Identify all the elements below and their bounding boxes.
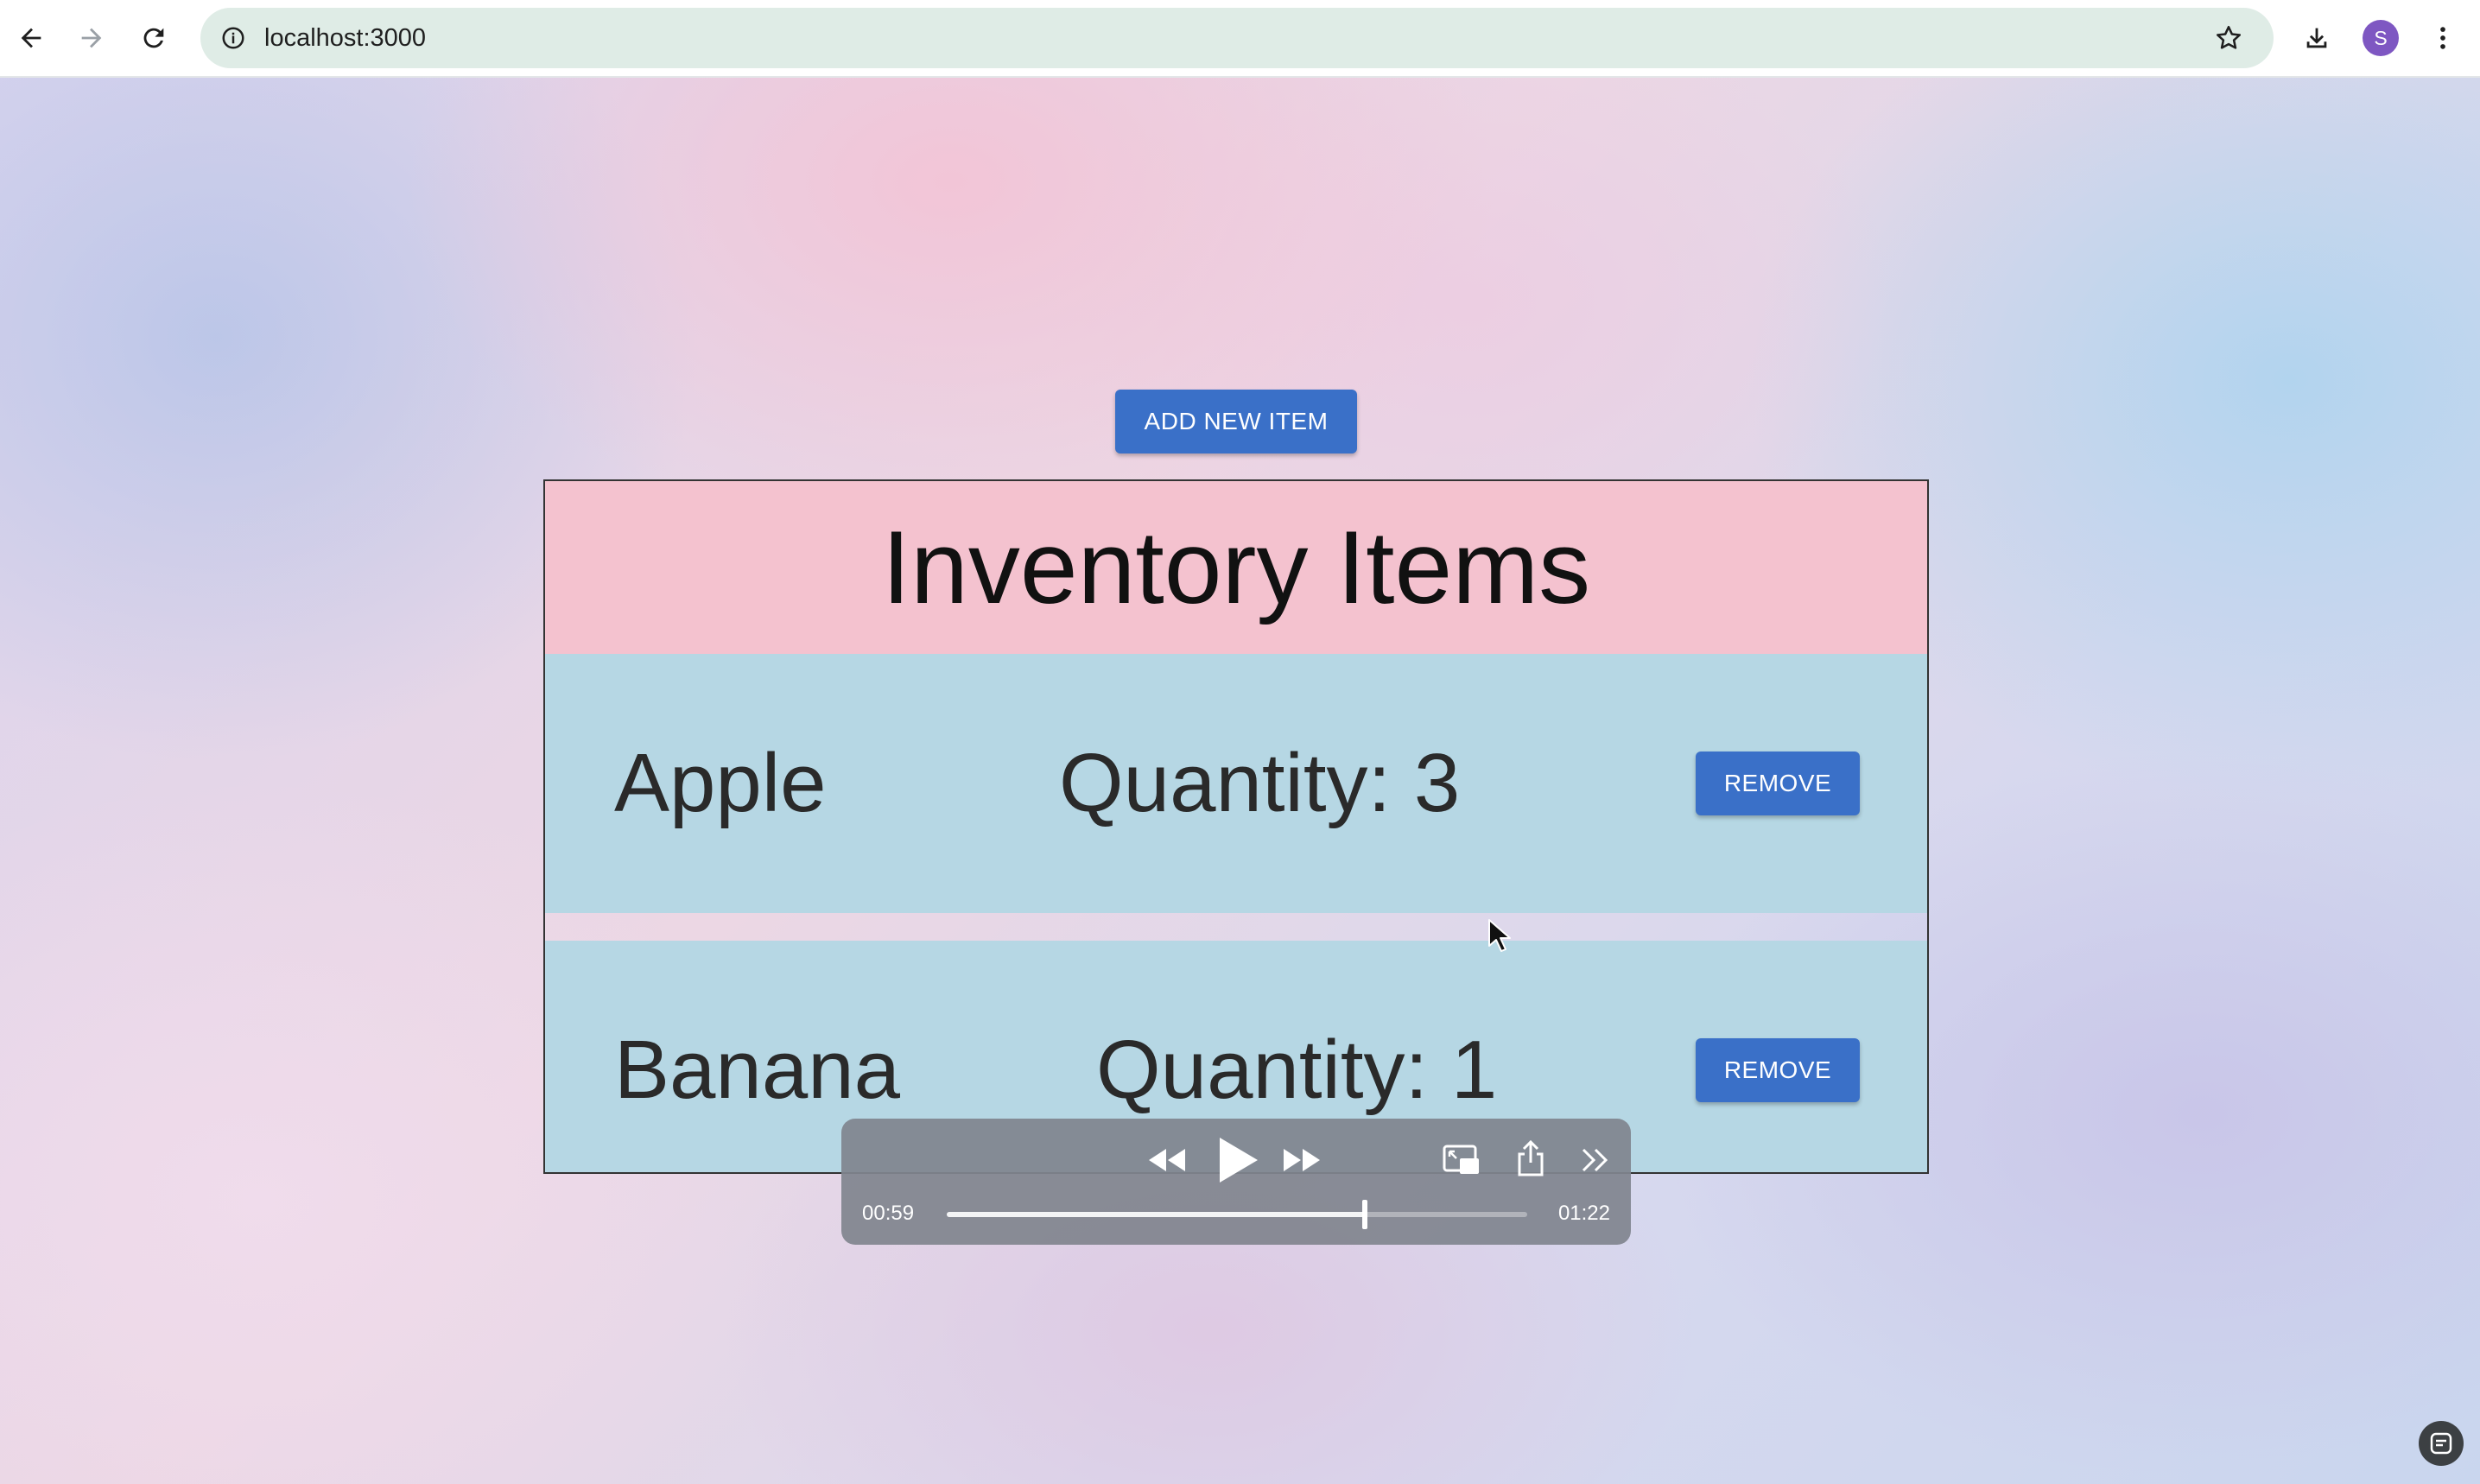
item-name: Apple — [614, 737, 827, 829]
mouse-cursor-icon — [1488, 919, 1511, 952]
share-icon — [1518, 1140, 1544, 1176]
item-quantity: Quantity: 3 — [1059, 737, 1461, 829]
page-viewport: ADD NEW ITEM Inventory Items Apple Quant… — [0, 78, 2480, 1484]
current-time: 00:59 — [862, 1202, 915, 1225]
picture-in-picture-button[interactable] — [1441, 1141, 1482, 1179]
site-info-button[interactable] — [212, 17, 254, 59]
scrubber-handle[interactable] — [1361, 1200, 1367, 1229]
double-chevron-right-icon — [1582, 1148, 1608, 1172]
share-button[interactable] — [1513, 1138, 1548, 1179]
fast-forward-icon — [1284, 1149, 1320, 1171]
rewind-button[interactable] — [1145, 1143, 1189, 1177]
playback-progress — [947, 1212, 1365, 1217]
rewind-icon — [1149, 1149, 1185, 1171]
downloads-button[interactable] — [2293, 14, 2341, 62]
lens-icon — [2430, 1432, 2452, 1455]
inventory-header: Inventory Items — [545, 481, 1927, 654]
picture-in-picture-icon — [1443, 1145, 1479, 1174]
more-controls-button[interactable] — [1577, 1143, 1612, 1177]
address-bar[interactable]: localhost:3000 — [200, 8, 2274, 68]
info-icon — [222, 27, 244, 49]
kebab-menu-icon — [2440, 27, 2445, 49]
reload-icon — [143, 28, 164, 48]
browser-menu-button[interactable] — [2419, 14, 2467, 62]
arrow-left-icon — [21, 28, 41, 48]
play-button[interactable] — [1211, 1132, 1263, 1188]
add-new-item-button[interactable]: ADD NEW ITEM — [1115, 390, 1357, 453]
inventory-panel: Inventory Items Apple Quantity: 3 REMOVE… — [543, 479, 1929, 1174]
browser-toolbar: localhost:3000 S — [0, 0, 2480, 78]
inventory-row: Apple Quantity: 3 REMOVE — [545, 654, 1927, 913]
back-button[interactable] — [7, 14, 55, 62]
reload-button[interactable] — [130, 14, 178, 62]
fast-forward-button[interactable] — [1280, 1143, 1323, 1177]
media-player-overlay: 00:59 01:22 — [841, 1119, 1631, 1245]
total-time: 01:22 — [1557, 1202, 1610, 1225]
arrow-right-icon — [81, 28, 102, 48]
playback-scrubber[interactable] — [947, 1200, 1527, 1229]
download-icon — [2306, 28, 2327, 48]
page-title: Inventory Items — [881, 510, 1591, 625]
google-lens-button[interactable] — [2419, 1421, 2464, 1466]
star-icon — [2216, 25, 2242, 49]
play-icon — [1220, 1138, 1258, 1183]
forward-button[interactable] — [67, 14, 116, 62]
remove-apple-button[interactable]: REMOVE — [1696, 752, 1860, 815]
url-text[interactable]: localhost:3000 — [264, 8, 426, 68]
profile-avatar[interactable]: S — [2363, 20, 2399, 56]
remove-banana-button[interactable]: REMOVE — [1696, 1038, 1860, 1102]
bookmark-button[interactable] — [2208, 17, 2249, 59]
